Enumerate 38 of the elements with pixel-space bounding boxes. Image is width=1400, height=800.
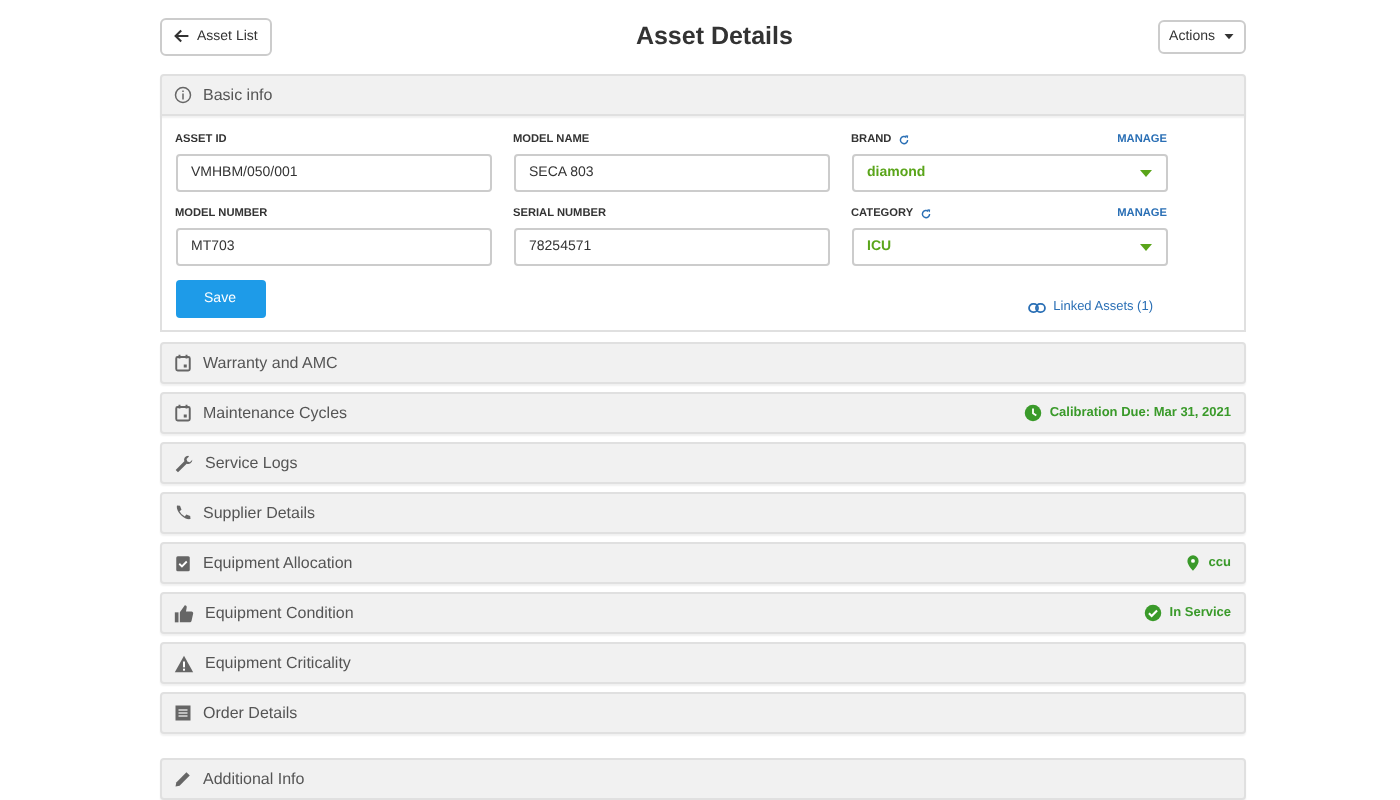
section-header[interactable]: Supplier Details bbox=[159, 492, 1245, 534]
section-title: Equipment Condition bbox=[205, 604, 356, 622]
info-icon bbox=[173, 86, 191, 104]
section-title: Additional Info bbox=[203, 770, 307, 788]
thumbs-up-icon bbox=[173, 603, 193, 623]
calendar-icon bbox=[173, 404, 191, 422]
section-header[interactable]: Basic info bbox=[159, 74, 1245, 116]
section-title: Supplier Details bbox=[203, 504, 318, 522]
check-circle-icon bbox=[1143, 604, 1162, 622]
section-header[interactable]: Service Logs bbox=[159, 442, 1245, 484]
phone-icon bbox=[173, 504, 191, 522]
section-title: Warranty and AMC bbox=[203, 354, 340, 372]
calendar-icon bbox=[173, 354, 191, 372]
location-pin-icon bbox=[1186, 554, 1201, 572]
refresh-icon[interactable] bbox=[919, 208, 932, 220]
section-header[interactable]: Additional Info bbox=[159, 758, 1245, 800]
section-title: Service Logs bbox=[205, 454, 300, 472]
refresh-icon[interactable] bbox=[897, 134, 910, 146]
clipboard-check-icon bbox=[173, 554, 191, 572]
section-header[interactable]: Warranty and AMC bbox=[159, 342, 1245, 384]
link-icon bbox=[1027, 301, 1046, 313]
section-title: Equipment Criticality bbox=[205, 654, 353, 672]
caret-icon bbox=[1139, 243, 1151, 251]
warning-icon bbox=[173, 653, 193, 673]
section-title: Basic info bbox=[203, 86, 275, 104]
section-header[interactable]: Order Details bbox=[159, 692, 1245, 734]
pencil-icon bbox=[173, 770, 191, 788]
section-title: Maintenance Cycles bbox=[203, 404, 350, 422]
back-arrow-icon bbox=[173, 28, 189, 44]
caret-icon bbox=[1139, 169, 1151, 177]
section-title: Equipment Allocation bbox=[203, 554, 355, 572]
caret-icon bbox=[1223, 33, 1233, 39]
section-title: Order Details bbox=[203, 704, 300, 722]
wrench-icon bbox=[173, 453, 193, 473]
list-icon bbox=[173, 704, 191, 722]
page-title: Asset Details bbox=[635, 22, 793, 50]
section-header[interactable]: Equipment Criticality bbox=[159, 642, 1245, 684]
clock-icon bbox=[1023, 404, 1042, 422]
